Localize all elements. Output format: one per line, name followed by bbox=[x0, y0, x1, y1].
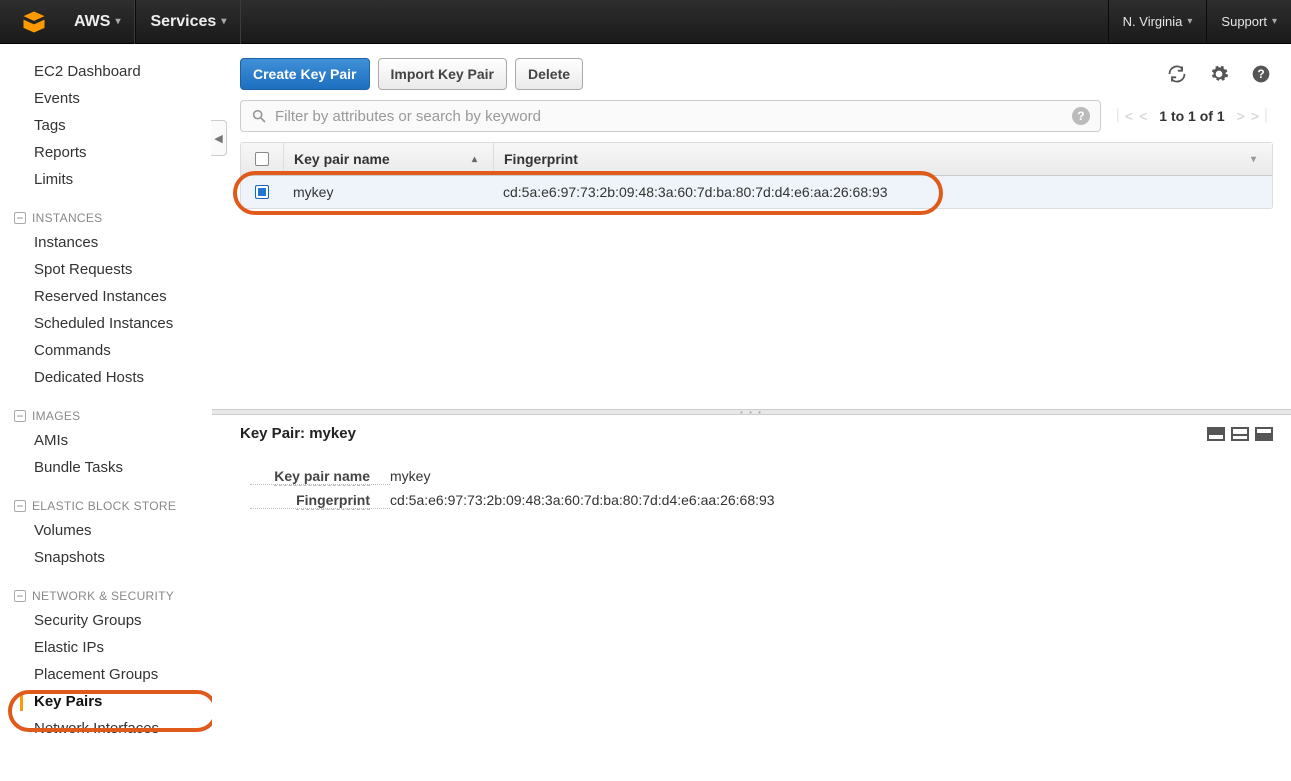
main-content: ◀ Create Key Pair Import Key Pair Delete… bbox=[212, 44, 1291, 781]
sidebar-item-amis[interactable]: AMIs bbox=[0, 427, 212, 454]
services-menu[interactable]: Services ▾ bbox=[135, 0, 241, 44]
aws-menu[interactable]: AWS ▾ bbox=[60, 0, 135, 44]
layout-bottom-icon[interactable] bbox=[1255, 427, 1273, 441]
collapse-icon: − bbox=[14, 212, 26, 224]
sidebar-item-events[interactable]: Events bbox=[0, 85, 212, 112]
chevron-down-icon: ▾ bbox=[115, 16, 120, 27]
row-checkbox[interactable] bbox=[255, 185, 269, 199]
aws-menu-label: AWS bbox=[74, 13, 110, 31]
select-all-checkbox[interactable] bbox=[241, 143, 283, 175]
sidebar-item-volumes[interactable]: Volumes bbox=[0, 517, 212, 544]
sidebar-section-instances[interactable]: −INSTANCES bbox=[0, 193, 212, 229]
filter-input[interactable] bbox=[275, 108, 1072, 125]
aws-logo-icon bbox=[20, 8, 48, 36]
sidebar-section-images[interactable]: −IMAGES bbox=[0, 391, 212, 427]
collapse-icon: − bbox=[14, 410, 26, 422]
detail-value-name: mykey bbox=[390, 468, 430, 484]
svg-text:?: ? bbox=[1257, 68, 1264, 81]
page-last-icon[interactable]: >｜ bbox=[1251, 106, 1273, 126]
region-selector[interactable]: N. Virginia ▾ bbox=[1108, 0, 1207, 44]
services-menu-label: Services bbox=[150, 13, 216, 31]
refresh-icon[interactable] bbox=[1165, 62, 1189, 86]
column-header-fingerprint[interactable]: Fingerprint▾ bbox=[493, 143, 1272, 175]
support-menu[interactable]: Support ▾ bbox=[1206, 0, 1291, 44]
sidebar-section-network-security[interactable]: −NETWORK & SECURITY bbox=[0, 571, 212, 607]
sidebar-item-network-interfaces[interactable]: Network Interfaces bbox=[0, 715, 212, 742]
delete-button[interactable]: Delete bbox=[515, 58, 583, 90]
sidebar: EC2 Dashboard Events Tags Reports Limits… bbox=[0, 44, 212, 781]
table-row[interactable]: mykey cd:5a:e6:97:73:2b:09:48:3a:60:7d:b… bbox=[241, 176, 1272, 208]
import-key-pair-button[interactable]: Import Key Pair bbox=[378, 58, 507, 90]
chevron-down-icon: ▾ bbox=[1272, 16, 1277, 27]
create-key-pair-button[interactable]: Create Key Pair bbox=[240, 58, 370, 90]
key-pairs-table: Key pair name▴ Fingerprint▾ mykey cd:5a:… bbox=[240, 142, 1273, 209]
sidebar-item-placement-groups[interactable]: Placement Groups bbox=[0, 661, 212, 688]
global-topbar: AWS ▾ Services ▾ N. Virginia ▾ Support ▾ bbox=[0, 0, 1291, 44]
sidebar-item-instances[interactable]: Instances bbox=[0, 229, 212, 256]
sidebar-item-reserved-instances[interactable]: Reserved Instances bbox=[0, 283, 212, 310]
collapse-icon: − bbox=[14, 590, 26, 602]
page-range-label: 1 to 1 of 1 bbox=[1159, 108, 1224, 124]
sort-asc-icon: ▴ bbox=[472, 154, 477, 165]
filter-help-icon[interactable]: ? bbox=[1072, 107, 1090, 125]
cell-fingerprint: cd:5a:e6:97:73:2b:09:48:3a:60:7d:ba:80:7… bbox=[493, 176, 1272, 208]
collapse-icon: − bbox=[14, 500, 26, 512]
detail-value-fingerprint: cd:5a:e6:97:73:2b:09:48:3a:60:7d:ba:80:7… bbox=[390, 492, 775, 508]
detail-title: Key Pair: mykey bbox=[240, 425, 356, 442]
toolbar: Create Key Pair Import Key Pair Delete ? bbox=[212, 44, 1291, 100]
pagination: ｜< < 1 to 1 of 1 > >｜ bbox=[1111, 106, 1273, 126]
sidebar-item-spot-requests[interactable]: Spot Requests bbox=[0, 256, 212, 283]
sidebar-item-snapshots[interactable]: Snapshots bbox=[0, 544, 212, 571]
sidebar-item-tags[interactable]: Tags bbox=[0, 112, 212, 139]
checkbox-icon bbox=[255, 152, 269, 166]
sidebar-item-ec2-dashboard[interactable]: EC2 Dashboard bbox=[0, 58, 212, 85]
detail-label-fingerprint: Fingerprint bbox=[250, 492, 390, 509]
chevron-down-icon: ▾ bbox=[1187, 16, 1192, 27]
detail-label-name: Key pair name bbox=[250, 468, 390, 485]
page-next-icon[interactable]: > bbox=[1237, 108, 1245, 124]
support-label: Support bbox=[1221, 14, 1267, 29]
search-icon bbox=[251, 108, 267, 124]
help-icon[interactable]: ? bbox=[1249, 62, 1273, 86]
chevron-down-icon: ▾ bbox=[1251, 154, 1256, 165]
layout-top-icon[interactable] bbox=[1207, 427, 1225, 441]
chevron-down-icon: ▾ bbox=[221, 16, 226, 27]
detail-panel: Key Pair: mykey Key pair name mykey Fing… bbox=[212, 415, 1291, 512]
column-header-name[interactable]: Key pair name▴ bbox=[283, 143, 493, 175]
sidebar-item-dedicated-hosts[interactable]: Dedicated Hosts bbox=[0, 364, 212, 391]
sidebar-item-commands[interactable]: Commands bbox=[0, 337, 212, 364]
sidebar-item-bundle-tasks[interactable]: Bundle Tasks bbox=[0, 454, 212, 481]
sidebar-item-elastic-ips[interactable]: Elastic IPs bbox=[0, 634, 212, 661]
sidebar-item-scheduled-instances[interactable]: Scheduled Instances bbox=[0, 310, 212, 337]
sidebar-collapse-toggle[interactable]: ◀ bbox=[211, 120, 227, 156]
gear-icon[interactable] bbox=[1207, 62, 1231, 86]
sidebar-item-key-pairs[interactable]: Key Pairs bbox=[0, 688, 212, 715]
sidebar-section-ebs[interactable]: −ELASTIC BLOCK STORE bbox=[0, 481, 212, 517]
filter-box: ? bbox=[240, 100, 1101, 132]
page-first-icon[interactable]: ｜< bbox=[1111, 106, 1133, 126]
layout-split-icon[interactable] bbox=[1231, 427, 1249, 441]
page-prev-icon[interactable]: < bbox=[1139, 108, 1147, 124]
table-header: Key pair name▴ Fingerprint▾ bbox=[241, 143, 1272, 176]
sidebar-item-security-groups[interactable]: Security Groups bbox=[0, 607, 212, 634]
region-label: N. Virginia bbox=[1123, 14, 1183, 29]
sidebar-item-reports[interactable]: Reports bbox=[0, 139, 212, 166]
cell-key-name: mykey bbox=[283, 176, 493, 208]
sidebar-item-limits[interactable]: Limits bbox=[0, 166, 212, 193]
